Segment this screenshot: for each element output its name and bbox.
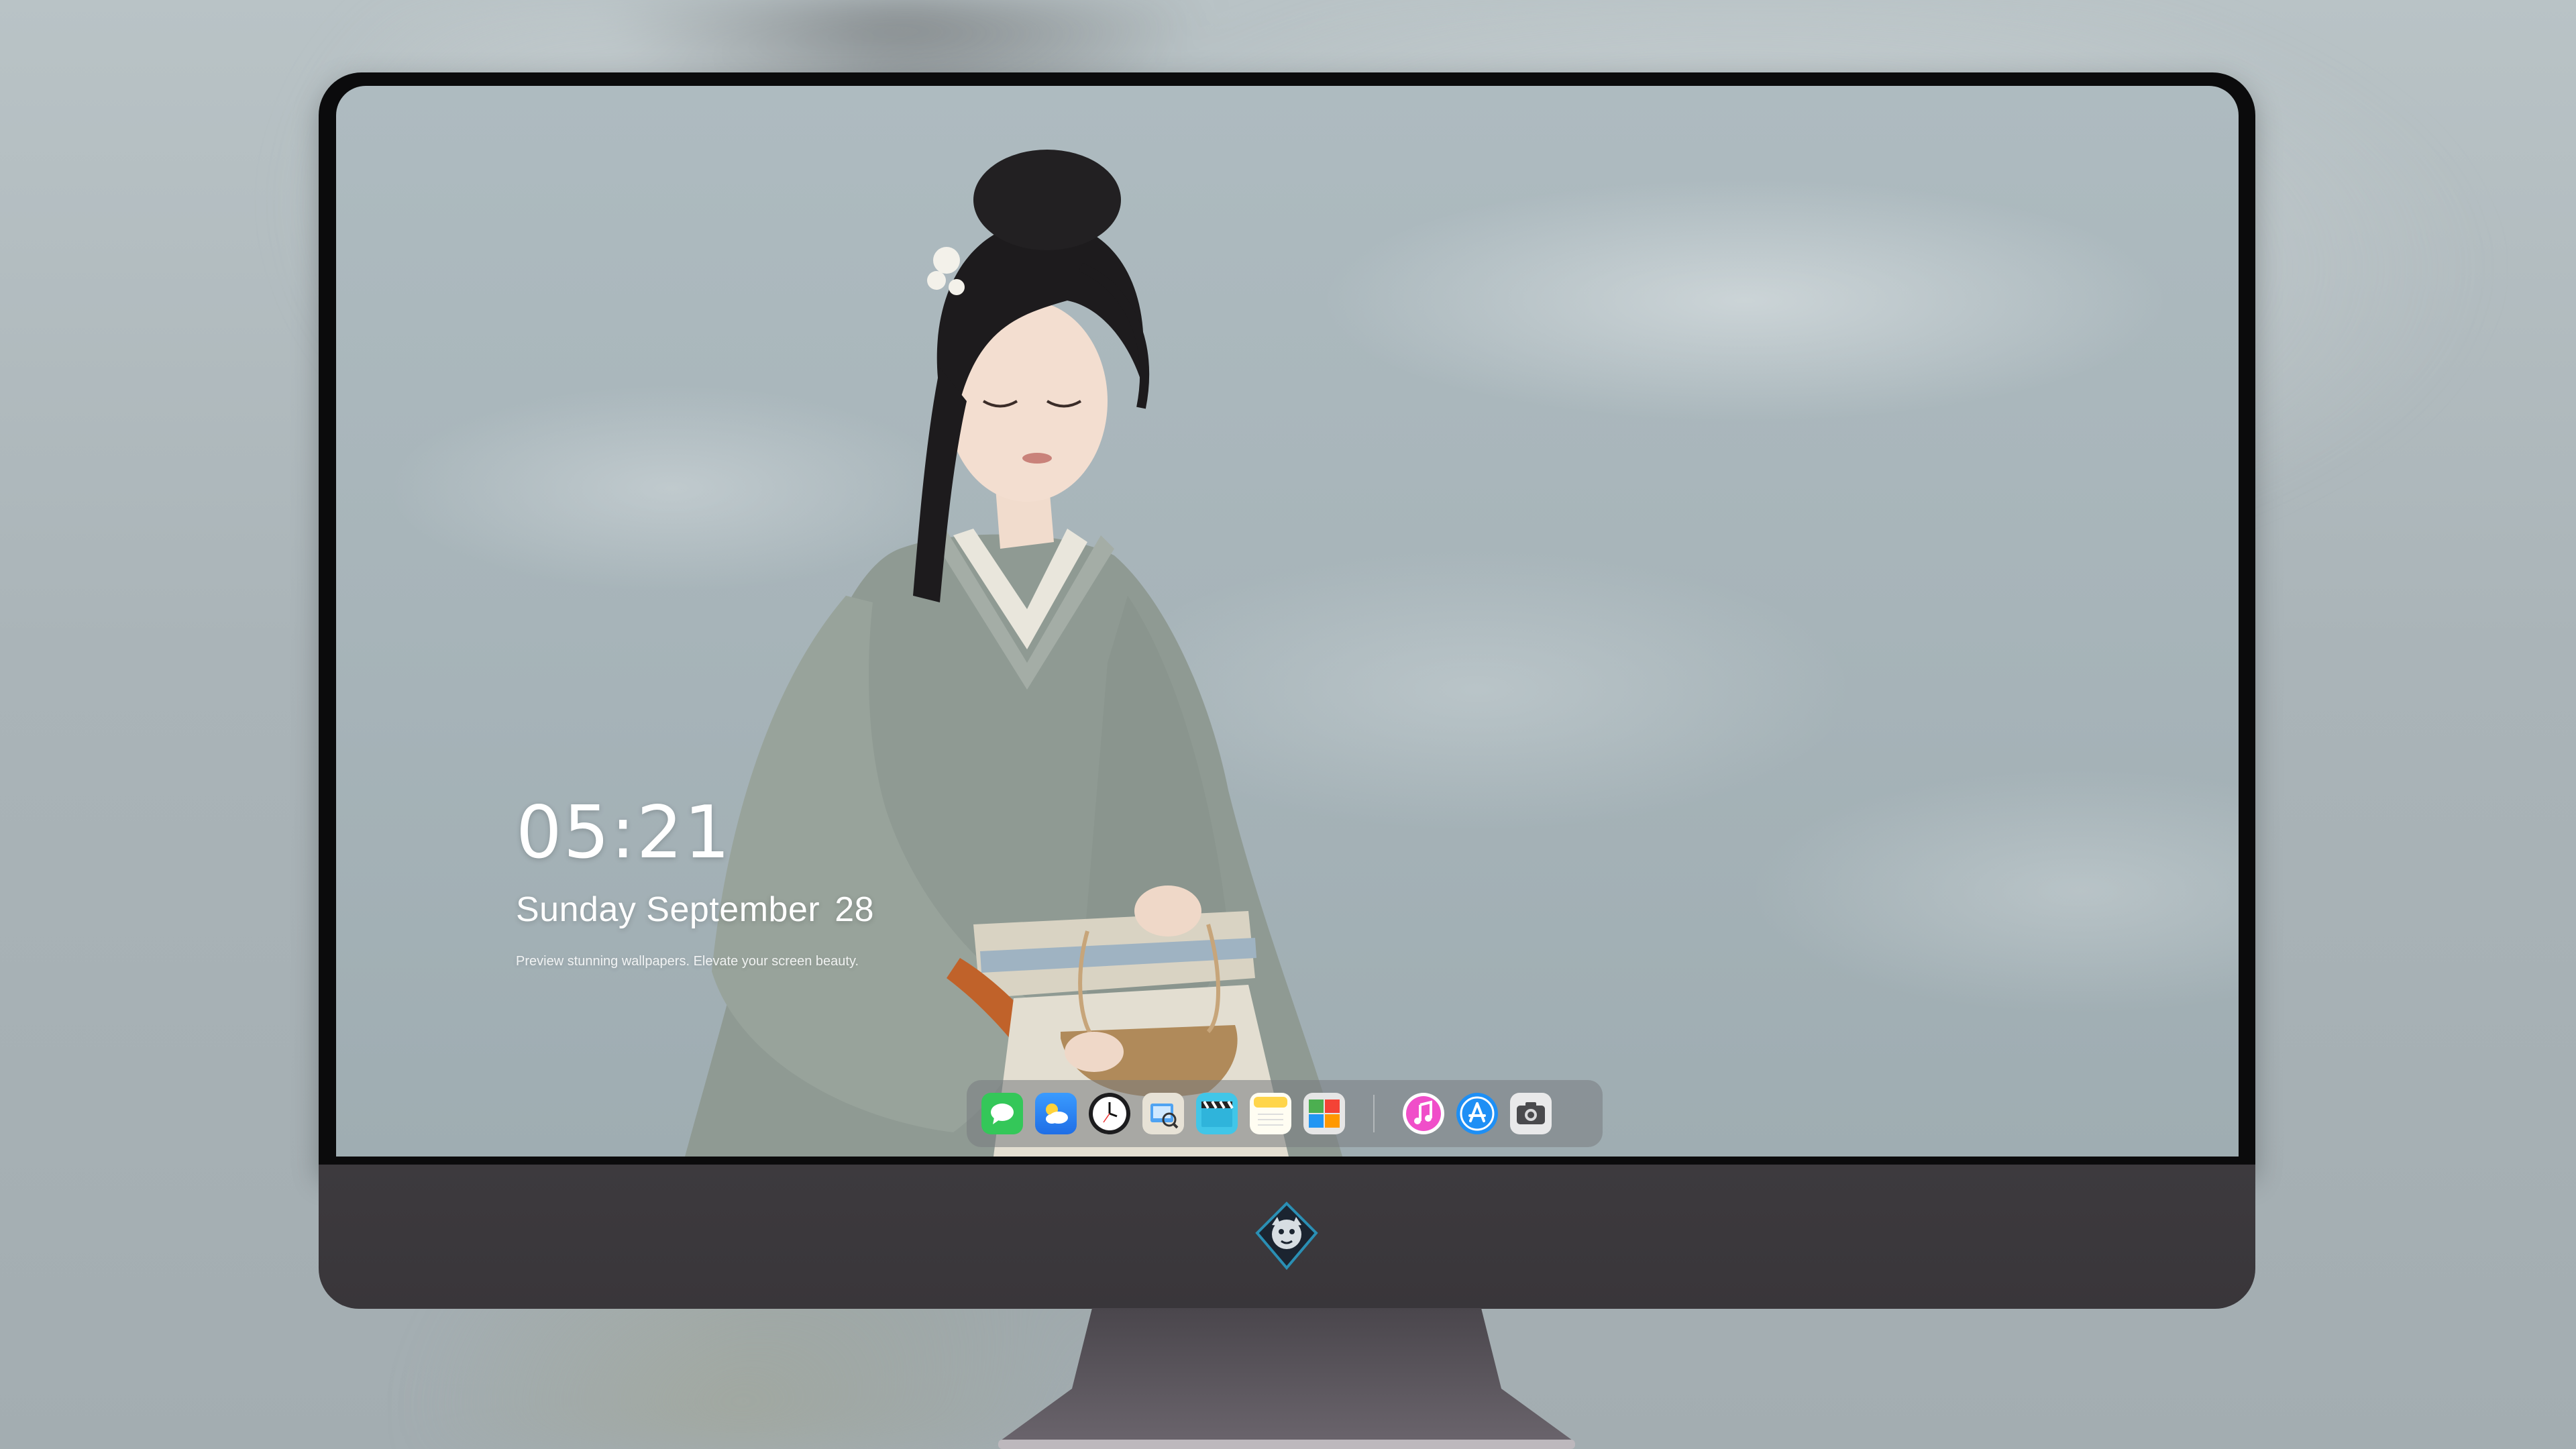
dock-app-photo-booth[interactable] [1303,1093,1345,1134]
app-store-icon [1460,1096,1495,1131]
clock-time: 05:21 [516,791,732,875]
wallpaper-figure [685,150,1342,1157]
camera-icon [1517,1102,1545,1124]
dock-app-app-store[interactable] [1456,1093,1498,1134]
notes-icon [1254,1097,1287,1126]
stage: 05:21 Sunday September 28 Preview stunnin… [0,0,2576,1449]
lockscreen-tagline: Preview stunning wallpapers. Elevate you… [516,954,859,969]
weather-icon [1046,1104,1068,1124]
dock-app-clock[interactable] [1089,1093,1130,1134]
dock-app-preview[interactable] [1142,1093,1184,1134]
dock-app-music[interactable] [1403,1093,1444,1134]
date-day: 28 [835,890,875,929]
date-weekday-month: Sunday September [516,890,820,929]
messages-icon [991,1104,1014,1124]
dock-app-weather[interactable] [1035,1093,1077,1134]
clapperboard-icon [1201,1100,1234,1127]
music-icon [1406,1096,1441,1131]
clock-date: Sunday September 28 [516,892,874,927]
lockscreen-clock: 05:21 Sunday September 28 Preview stunnin… [516,797,874,969]
dock-separator [1373,1095,1375,1132]
dock-app-clips[interactable] [1196,1093,1238,1134]
monitor-bezel: 05:21 Sunday September 28 Preview stunnin… [319,72,2255,1173]
preview-icon [1150,1104,1179,1129]
monitor-stand [998,1308,1575,1449]
logo-icon [1255,1201,1318,1271]
dock [967,1080,1603,1147]
dock-app-messages[interactable] [981,1093,1023,1134]
dock-app-camera[interactable] [1510,1093,1552,1134]
dock-app-notes[interactable] [1250,1093,1291,1134]
photo-booth-icon [1309,1099,1340,1128]
lock-screen[interactable]: 05:21 Sunday September 28 Preview stunnin… [336,86,2239,1157]
clock-icon [1093,1097,1126,1130]
